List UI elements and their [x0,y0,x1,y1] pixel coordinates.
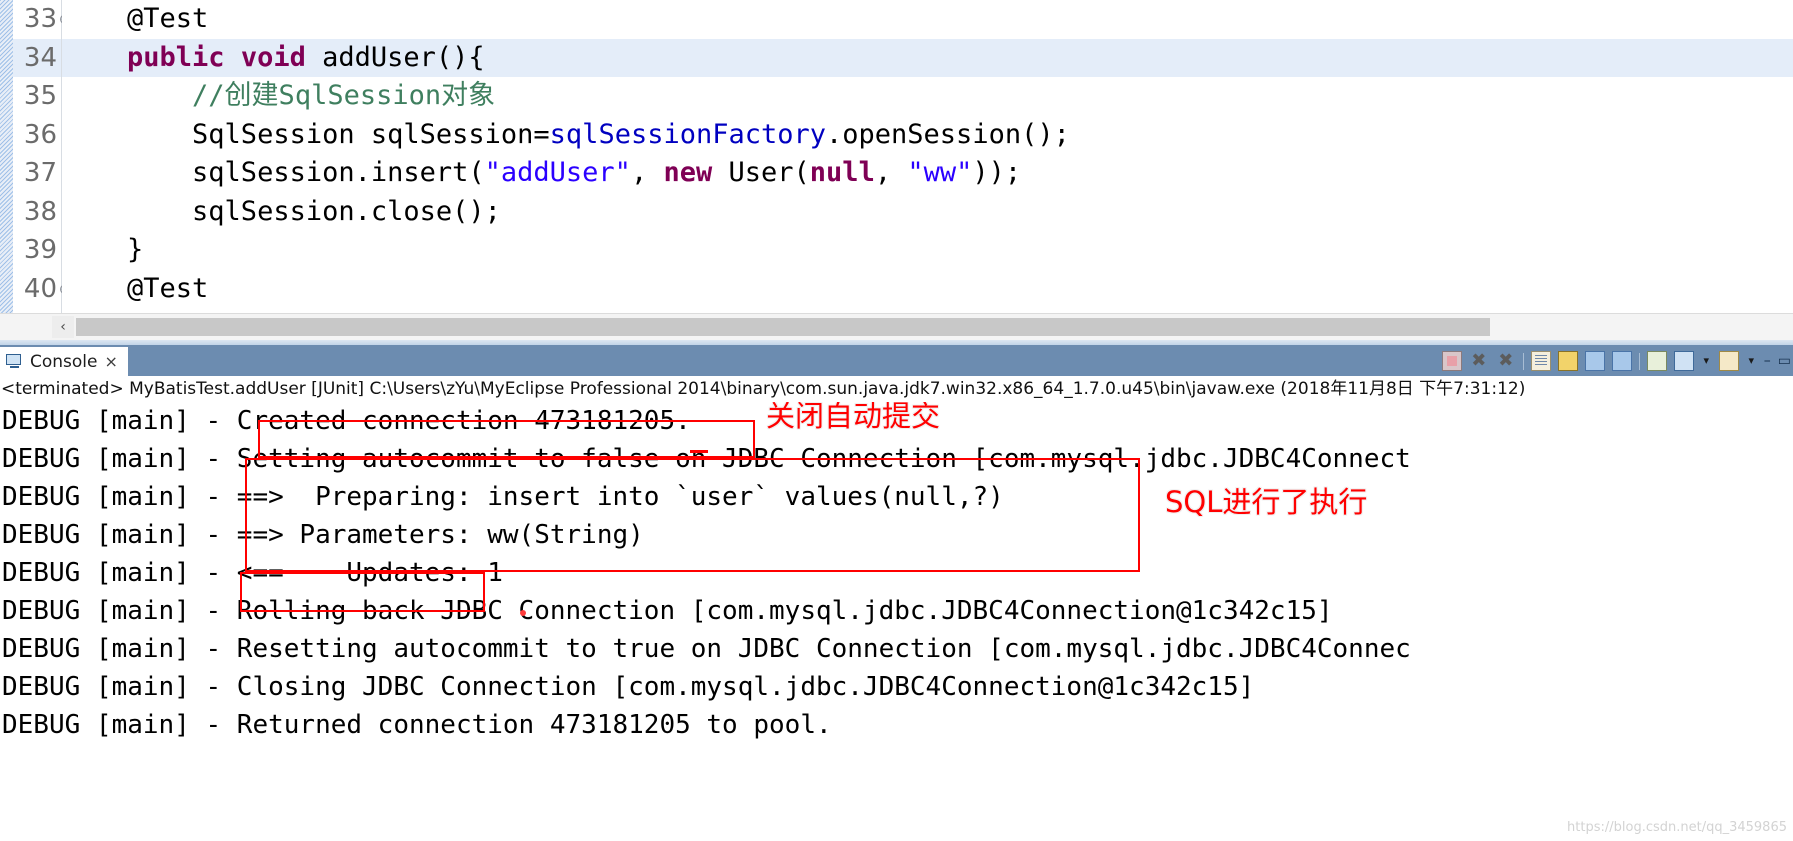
console-toolbar: ✖ ✖ ▾ ▾ – ▭ [1441,349,1791,373]
code-text-area[interactable]: @Test public void addUser(){ //创建SqlSess… [62,0,1793,313]
code-line[interactable]: public void addUser(){ [62,38,1793,77]
code-token: sqlSessionFactory [549,118,827,150]
tab-label: Console [30,351,98,372]
annotation-close-autocommit: 关闭自动提交 [766,402,941,433]
code-token: .openSession(); [826,118,1070,150]
line-number: 37 [23,158,57,188]
code-line[interactable]: } [62,231,1793,270]
code-token: addUser(){ [305,41,485,73]
code-token: public void [127,41,306,73]
code-token: User( [712,157,810,188]
toolbar-separator [1522,352,1524,370]
show-console-on-output-button[interactable] [1584,351,1605,371]
show-console-on-error-button[interactable] [1611,351,1632,371]
tab-console[interactable]: Console × [0,345,128,376]
code-token: //创建SqlSession对象 [192,80,496,111]
remove-all-terminated-button[interactable]: ✖ [1496,351,1516,371]
code-token: "ww" [907,157,973,188]
launch-status-line: <terminated> MyBatisTest.addUser [JUnit]… [0,376,1793,402]
scroll-lock-button[interactable] [1557,351,1578,371]
watermark: https://blog.csdn.net/qq_3459865 [1567,820,1787,835]
pin-console-button[interactable] [1646,351,1667,371]
line-number: 39 [23,235,57,265]
code-text: public void addUser(){ [62,42,485,73]
annotation-dot [520,610,526,616]
code-editor: 33 ⊖ 34 35 36 37 38 39 40 ⊖ @Test public… [0,0,1793,340]
code-token: , [874,157,908,188]
editor-horizontal-scrollbar[interactable]: ‹ [0,313,1793,340]
code-token: sqlSession.insert( [62,157,485,188]
code-text: sqlSession.close(); [62,196,501,227]
line-number: 33 [23,4,57,34]
code-text: SqlSession sqlSession=sqlSessionFactory.… [62,119,1070,150]
code-line[interactable]: @Test [62,0,1793,39]
code-token: new [663,157,713,188]
annotation-box-sql-block [245,458,1140,572]
code-text: sqlSession.insert("addUser", new User(nu… [62,157,1021,188]
code-text: } [62,234,143,265]
code-token: "addUser" [484,157,631,188]
annotation-box-rolling-back [240,572,485,612]
code-token: , [630,157,664,188]
console-output[interactable]: DEBUG [main] - Created connection 473181… [0,402,1793,841]
code-text: @Test [62,273,208,304]
code-token: SqlSession sqlSession= [62,118,550,150]
code-line[interactable]: SqlSession sqlSession=sqlSessionFactory.… [62,116,1793,155]
code-token: null [809,157,875,188]
clear-console-button[interactable] [1530,351,1551,371]
line-number: 36 [23,119,57,150]
code-line[interactable]: //创建SqlSession对象 [62,77,1793,116]
annotation-underline-false [690,450,708,453]
toolbar-separator [1638,352,1640,370]
log-line: DEBUG [main] - Resetting autocommit to t… [2,634,1411,664]
display-console-dropdown[interactable]: ▾ [1701,351,1712,371]
line-number: 34 [23,42,57,73]
remove-launch-button[interactable]: ✖ [1469,351,1489,371]
code-line[interactable]: @Test [62,270,1793,309]
code-text: @Test [62,3,208,34]
maximize-button[interactable]: ▭ [1778,351,1791,371]
scrollbar-thumb[interactable] [76,318,1490,336]
eclipse-window: 33 ⊖ 34 35 36 37 38 39 40 ⊖ @Test public… [0,0,1793,841]
monitor-icon [6,354,23,369]
code-token: sqlSession.close(); [62,195,501,227]
code-line[interactable]: sqlSession.insert("addUser", new User(nu… [62,154,1793,193]
log-line: DEBUG [main] - Closing JDBC Connection [… [2,672,1255,702]
code-text: //创建SqlSession对象 [62,80,495,111]
code-token: )); [972,157,1022,188]
code-line[interactable]: sqlSession.close(); [62,193,1793,232]
minimize-button[interactable]: – [1764,351,1771,371]
line-number: 38 [23,196,57,227]
editor-marker-strip[interactable] [0,0,14,313]
line-number: 35 [23,81,57,111]
code-token: } [62,234,144,265]
console-panel: Console × ✖ ✖ ▾ ▾ – ▭ <terminated> MyBat… [0,340,1793,841]
close-icon[interactable]: × [105,352,118,371]
open-console-dropdown[interactable]: ▾ [1746,351,1757,371]
log-line: DEBUG [main] - Returned connection 47318… [2,710,832,740]
annotation-box-autocommit [258,420,755,458]
display-selected-console-button[interactable] [1673,351,1694,371]
scroll-left-icon[interactable]: ‹ [52,316,74,338]
open-console-button[interactable] [1718,351,1739,371]
code-token: @Test [127,272,209,304]
line-number: 40 [23,273,57,304]
terminate-button[interactable] [1441,351,1462,371]
code-token: @Test [127,3,209,34]
annotation-sql-executed: SQL进行了执行 [1165,485,1368,519]
console-tab-bar: Console × ✖ ✖ ▾ ▾ – ▭ [0,345,1793,376]
